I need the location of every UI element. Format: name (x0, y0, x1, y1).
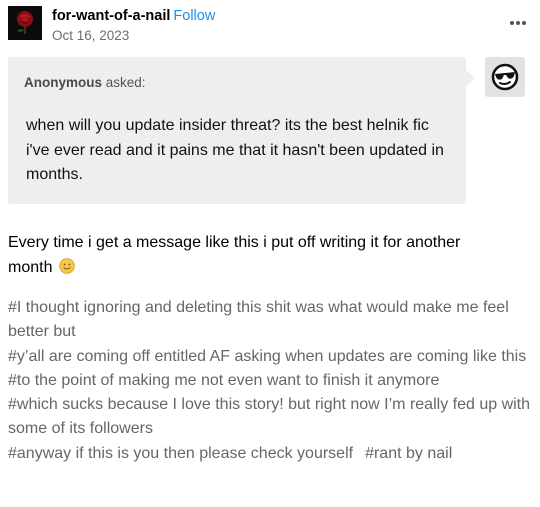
answer-body: Every time i get a message like this i p… (8, 234, 461, 276)
blog-name[interactable]: for-want-of-a-nail (52, 8, 170, 24)
ask-bubble: Anonymous asked: when will you update in… (8, 57, 466, 204)
asker-line: Anonymous asked: (24, 75, 146, 90)
blog-avatar[interactable] (8, 6, 42, 40)
ask-bubble-pointer (466, 70, 475, 86)
blog-line: for-want-of-a-nail Follow (52, 7, 215, 25)
post-header: for-want-of-a-nail Follow Oct 16, 2023 (8, 6, 532, 46)
asker-name: Anonymous (24, 75, 103, 90)
sunglasses-anon-icon (491, 63, 519, 91)
more-horizontal-icon (510, 20, 514, 25)
tag[interactable]: #I thought ignoring and deleting this sh… (8, 296, 533, 345)
ask-question: when will you update insider threat? its… (26, 117, 444, 183)
more-horizontal-icon (516, 20, 520, 25)
rose-avatar-icon (8, 6, 42, 40)
follow-button[interactable]: Follow (173, 8, 215, 24)
post-meta: for-want-of-a-nail Follow Oct 16, 2023 (52, 7, 215, 44)
more-horizontal-icon (522, 20, 526, 25)
post-date[interactable]: Oct 16, 2023 (52, 27, 215, 44)
tag[interactable]: #which sucks because I love this story! … (8, 393, 533, 442)
more-options-button[interactable] (510, 14, 532, 26)
tumblr-post: for-want-of-a-nail Follow Oct 16, 2023 An… (0, 0, 540, 507)
post-tags: #I thought ignoring and deleting this sh… (8, 296, 533, 466)
tag[interactable]: #to the point of making me not even want… (8, 369, 533, 393)
smiling-face-emoji-icon (59, 257, 75, 283)
anonymous-avatar (485, 57, 525, 97)
answer-text: Every time i get a message like this i p… (8, 231, 508, 282)
tag[interactable]: #rant by nail (365, 445, 452, 462)
tag[interactable]: #y’all are coming off entitled AF asking… (8, 345, 533, 369)
asked-label: asked: (102, 75, 146, 90)
tag[interactable]: #anyway if this is you then please check… (8, 445, 353, 462)
